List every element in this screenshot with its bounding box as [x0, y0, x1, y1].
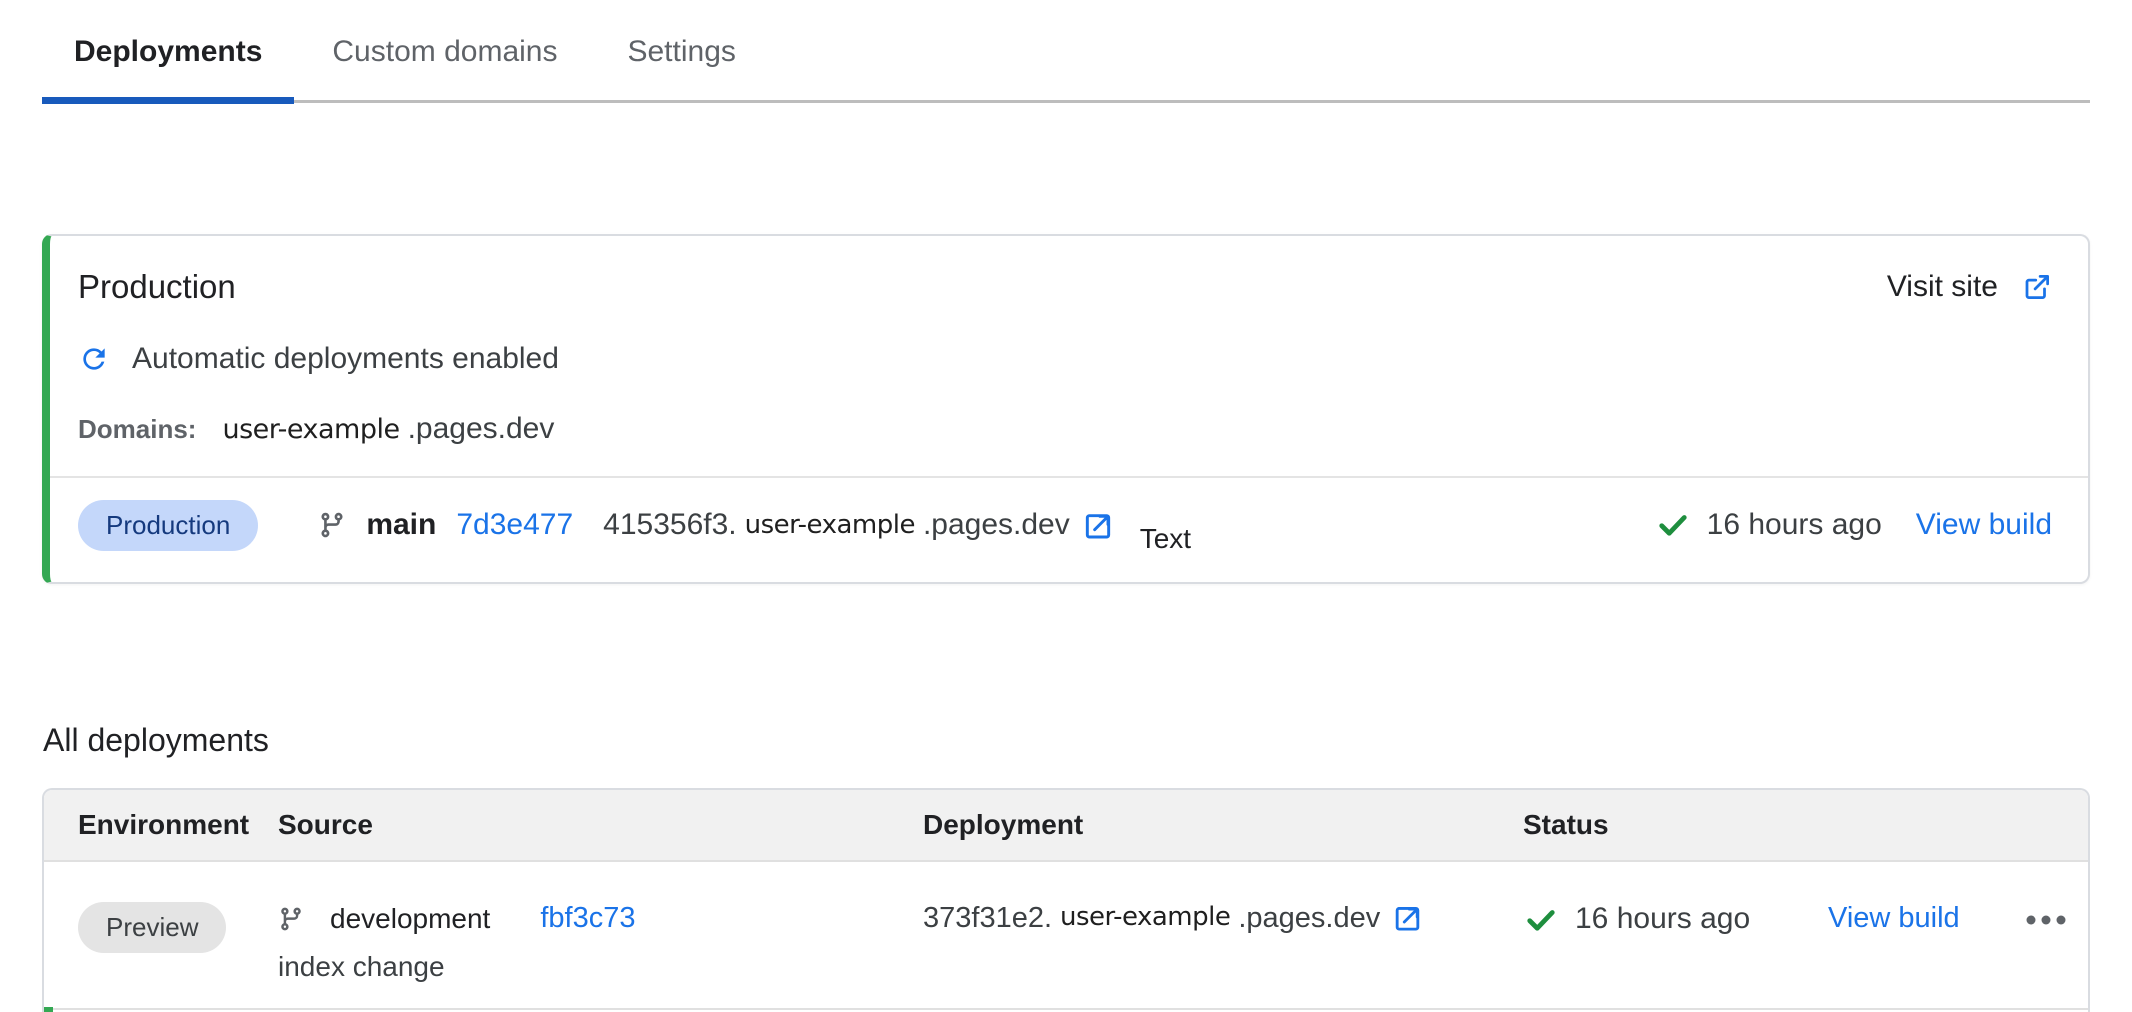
- visit-site-label: Visit site: [1887, 270, 1998, 304]
- domains-row: Domains: user-example .pages.dev: [78, 412, 2052, 446]
- deployment-id: 373f31e2.: [923, 902, 1052, 935]
- production-card: Production Visit site: [42, 234, 2090, 584]
- domains-label: Domains:: [78, 414, 196, 445]
- view-build-link[interactable]: View build: [1916, 508, 2052, 542]
- branch-name: development: [330, 903, 490, 935]
- tab-custom-domains[interactable]: Custom domains: [300, 34, 589, 100]
- ellipsis-icon[interactable]: [2023, 912, 2069, 928]
- domain-name: user-example: [222, 414, 399, 445]
- commit-link[interactable]: fbf3c73: [540, 902, 635, 935]
- external-link-icon[interactable]: [1082, 509, 1114, 541]
- auto-deployments-text: Automatic deployments enabled: [132, 342, 559, 376]
- production-card-top: Production Visit site: [50, 236, 2088, 446]
- column-environment: Environment: [78, 809, 278, 841]
- production-card-title: Production: [78, 266, 236, 308]
- column-status: Status: [1523, 809, 1828, 841]
- domain-suffix: .pages.dev: [408, 412, 555, 446]
- deployment-status-group: 16 hours ago View build: [1655, 507, 2052, 543]
- git-branch-icon: [318, 511, 346, 539]
- source-group: main 7d3e477: [318, 508, 573, 542]
- deployment-id: 415356f3.: [603, 508, 736, 542]
- column-source: Source: [278, 809, 923, 841]
- text-annotation: Text: [1140, 523, 1191, 555]
- branch-name: main: [366, 508, 436, 542]
- deployments-page: Deployments Custom domains Settings Prod…: [0, 0, 2132, 1012]
- environment-badge: Preview: [78, 902, 226, 953]
- deployment-domain-name: user-example: [1060, 902, 1230, 932]
- column-deployment: Deployment: [923, 809, 1523, 841]
- source-cell: development fbf3c73 index change: [278, 902, 923, 1008]
- check-icon: [1655, 507, 1691, 543]
- deployment-domain-name: user-example: [745, 510, 915, 540]
- external-link-icon[interactable]: [1392, 902, 1423, 933]
- status-cell: 16 hours ago: [1523, 902, 1828, 1008]
- visit-site-link[interactable]: Visit site: [1887, 270, 2052, 304]
- tab-bar: Deployments Custom domains Settings: [42, 0, 2090, 103]
- all-deployments-title: All deployments: [43, 720, 2132, 760]
- deployment-time: 16 hours ago: [1707, 508, 1882, 542]
- auto-deployments-row: Automatic deployments enabled: [78, 342, 2052, 376]
- menu-cell: [2023, 902, 2088, 1008]
- view-build-link[interactable]: View build: [1828, 902, 1960, 934]
- tab-deployments[interactable]: Deployments: [42, 34, 294, 100]
- commit-link[interactable]: 7d3e477: [456, 508, 573, 542]
- next-row-indicator: [44, 1007, 53, 1012]
- view-build-cell: View build: [1828, 902, 2023, 1008]
- external-link-icon: [2022, 272, 2052, 302]
- environment-cell: Preview: [78, 902, 278, 1008]
- table-header: Environment Source Deployment Status: [44, 790, 2088, 862]
- deployment-domain-suffix: .pages.dev: [1238, 902, 1380, 935]
- tab-settings[interactable]: Settings: [595, 34, 767, 100]
- deployments-table: Environment Source Deployment Status Pre…: [42, 788, 2090, 1012]
- deployment-url[interactable]: 415356f3. user-example .pages.dev: [603, 508, 1114, 542]
- deployment-time: 16 hours ago: [1575, 902, 1750, 936]
- deployment-domain-suffix: .pages.dev: [923, 508, 1070, 542]
- refresh-icon: [78, 343, 110, 375]
- git-branch-icon: [278, 906, 304, 932]
- production-deployment-row: Production main 7d3e477 415356f3. user-e…: [50, 476, 2088, 572]
- environment-badge: Production: [78, 500, 258, 551]
- check-icon: [1523, 902, 1559, 938]
- commit-message: index change: [278, 951, 923, 983]
- deployment-cell: 373f31e2. user-example .pages.dev: [923, 902, 1523, 1008]
- table-row: Preview development fbf3c73 index change…: [44, 862, 2088, 1010]
